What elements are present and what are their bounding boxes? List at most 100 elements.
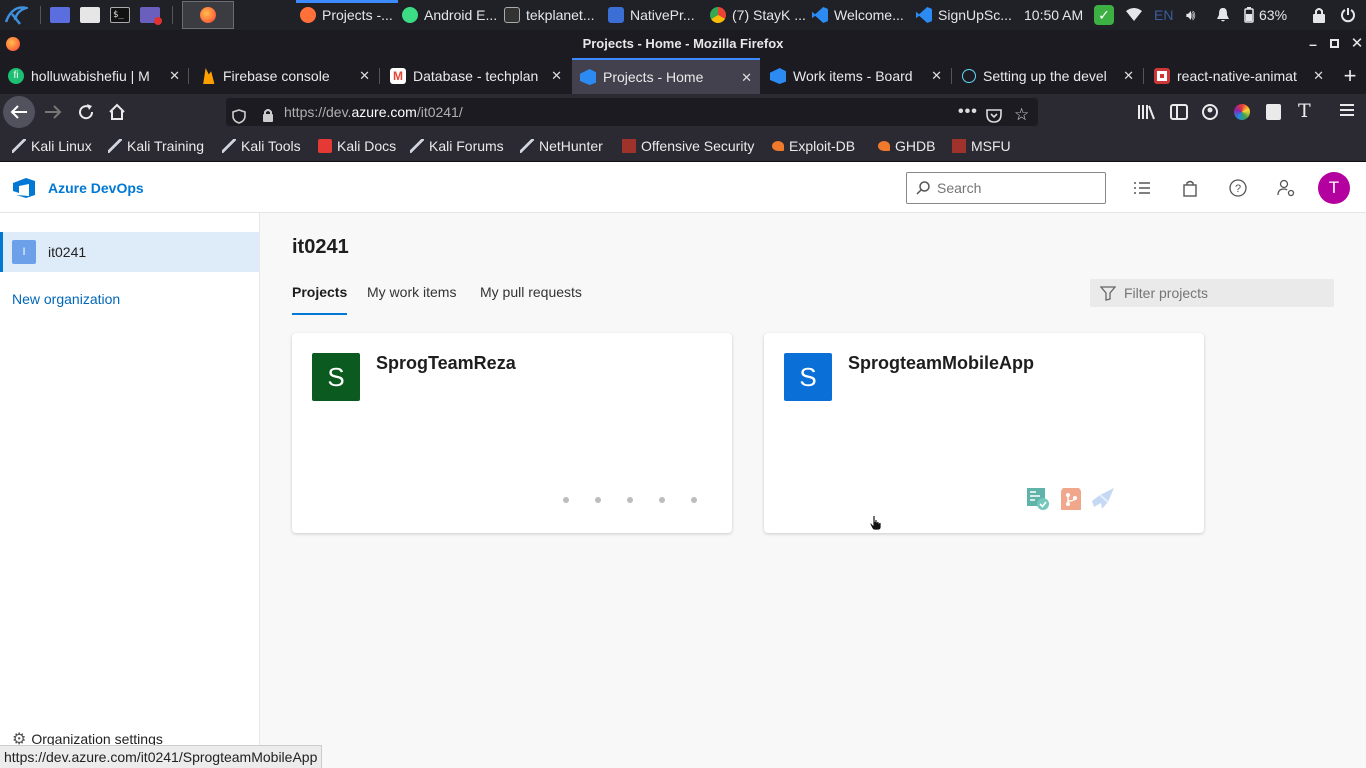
clock-text: 10:50 AM — [1024, 7, 1084, 23]
tab-npm[interactable]: react-native-animat ✕ — [1146, 58, 1332, 94]
home-icon[interactable] — [108, 103, 126, 124]
notes-extension-icon[interactable] — [1266, 104, 1281, 120]
minimize-icon[interactable]: – — [1306, 30, 1320, 58]
library-icon[interactable] — [1137, 104, 1155, 123]
kali-menu-icon[interactable] — [4, 2, 30, 28]
close-tab-icon[interactable]: ✕ — [741, 70, 752, 86]
project-name[interactable]: SprogteamMobileApp — [848, 353, 1034, 374]
help-icon[interactable]: ? — [1226, 176, 1250, 200]
tracking-protection-icon[interactable] — [232, 105, 246, 133]
task-item[interactable]: Welcome... — [812, 0, 916, 30]
marketplace-bag-icon[interactable] — [1178, 176, 1202, 200]
battery[interactable]: 63% — [1244, 0, 1287, 30]
page-actions-icon[interactable]: ••• — [958, 98, 978, 126]
tab-projects[interactable]: Projects — [292, 284, 347, 300]
screen-recorder-icon[interactable] — [140, 2, 162, 28]
close-tab-icon[interactable]: ✕ — [1123, 68, 1134, 84]
filter-projects-input[interactable] — [1124, 284, 1324, 302]
main-content: it0241 Projects My work items My pull re… — [260, 213, 1366, 768]
close-tab-icon[interactable]: ✕ — [359, 68, 370, 84]
sidebar-item-org[interactable]: I it0241 — [0, 232, 259, 272]
workspace-icon[interactable] — [50, 2, 72, 28]
bookmark-item[interactable]: Exploit-DB — [772, 130, 855, 162]
account-icon[interactable] — [1202, 104, 1218, 123]
clock[interactable]: 10:50 AM — [1024, 0, 1083, 30]
bookmark-item[interactable]: Kali Training — [108, 130, 204, 162]
reload-icon[interactable] — [77, 103, 95, 124]
filter-icon — [1100, 286, 1116, 301]
bookmark-item[interactable]: NetHunter — [520, 130, 603, 162]
back-icon[interactable] — [3, 96, 35, 128]
bookmark-star-icon[interactable]: ☆ — [1014, 101, 1029, 129]
close-window-icon[interactable]: ✕ — [1350, 30, 1364, 58]
tab-my-work-items[interactable]: My work items — [367, 284, 456, 300]
menu-icon[interactable] — [1339, 102, 1355, 121]
brand-link[interactable]: Azure DevOps — [12, 177, 144, 199]
task-item[interactable]: Android E... — [402, 0, 502, 30]
close-tab-icon[interactable]: ✕ — [551, 68, 562, 84]
search-input[interactable] — [937, 178, 1097, 198]
folder-icon — [608, 7, 624, 23]
bookmark-item[interactable]: Kali Tools — [222, 130, 301, 162]
close-tab-icon[interactable]: ✕ — [931, 68, 942, 84]
bookmark-item[interactable]: Kali Linux — [12, 130, 92, 162]
tab-fiverr[interactable]: fi holluwabishefiu | M ✕ — [0, 58, 188, 94]
text-extension-icon[interactable]: T — [1298, 100, 1311, 122]
tab-projects-home[interactable]: Projects - Home ✕ — [572, 58, 760, 94]
ghdb-icon — [878, 141, 890, 151]
task-item[interactable]: SignUpSc... — [916, 0, 1024, 30]
task-item[interactable]: NativePr... — [608, 0, 708, 30]
new-tab-icon[interactable]: + — [1340, 62, 1360, 90]
close-tab-icon[interactable]: ✕ — [1313, 68, 1324, 84]
url-bar[interactable]: https://dev.azure.com/it0241/ ••• ☆ — [226, 98, 1038, 126]
user-settings-icon[interactable] — [1274, 176, 1298, 200]
task-item[interactable]: (7) StayK ... — [710, 0, 810, 30]
bookmark-item[interactable]: MSFU — [952, 130, 1011, 162]
update-check-icon[interactable]: ✓ — [1094, 0, 1114, 30]
msfu-icon — [952, 139, 966, 153]
tab-firebase[interactable]: Firebase console ✕ — [192, 58, 378, 94]
sidebar-toggle-icon[interactable] — [1170, 104, 1188, 123]
user-avatar[interactable]: T — [1318, 172, 1350, 204]
work-items-list-icon[interactable] — [1130, 176, 1154, 200]
project-name[interactable]: SprogTeamReza — [376, 353, 516, 374]
link-status-url: https://dev.azure.com/it0241/SprogteamMo… — [0, 745, 323, 768]
fiverr-icon: fi — [8, 68, 24, 84]
color-picker-extension-icon[interactable] — [1234, 104, 1250, 120]
loading-dot — [659, 497, 665, 503]
file-manager-icon[interactable] — [80, 2, 102, 28]
url-path: /it0241/ — [416, 104, 463, 120]
repos-service-icon[interactable] — [1060, 487, 1082, 511]
pipelines-service-icon[interactable] — [1090, 487, 1116, 511]
bookmark-item[interactable]: Kali Docs — [318, 130, 396, 162]
tab-my-pull-requests[interactable]: My pull requests — [480, 284, 582, 300]
pocket-icon[interactable] — [986, 104, 1002, 132]
close-tab-icon[interactable]: ✕ — [169, 68, 180, 84]
lock-icon[interactable] — [262, 104, 274, 132]
notifications-icon[interactable] — [1216, 0, 1230, 30]
project-card[interactable]: S SprogTeamReza — [292, 333, 732, 533]
task-item[interactable]: tekplanet... — [504, 0, 604, 30]
bookmark-item[interactable]: Offensive Security — [622, 130, 754, 162]
maximize-icon[interactable] — [1330, 39, 1339, 48]
power-icon[interactable] — [1340, 0, 1356, 30]
task-item[interactable]: Projects -... — [300, 0, 400, 30]
filter-projects-box[interactable] — [1090, 279, 1334, 307]
boards-service-icon[interactable] — [1026, 487, 1050, 511]
bookmark-item[interactable]: GHDB — [878, 130, 935, 162]
bookmark-label: Exploit-DB — [789, 138, 856, 154]
keyboard-layout[interactable]: EN — [1154, 0, 1173, 30]
bookmark-item[interactable]: Kali Forums — [410, 130, 504, 162]
new-organization-link[interactable]: New organization — [12, 291, 120, 307]
wifi-icon[interactable] — [1126, 0, 1142, 30]
forward-icon[interactable] — [44, 104, 62, 123]
tab-gmail[interactable]: M Database - techplan ✕ — [382, 58, 570, 94]
tab-work-items[interactable]: Work items - Board ✕ — [762, 58, 950, 94]
tab-react-native-docs[interactable]: Setting up the devel ✕ — [954, 58, 1142, 94]
volume-icon[interactable]: 🔊︎ — [1186, 0, 1195, 30]
terminal-icon[interactable]: $_ — [110, 2, 132, 28]
lock-icon[interactable] — [1312, 0, 1326, 30]
search-box[interactable] — [906, 172, 1106, 204]
project-card[interactable]: S SprogteamMobileApp — [764, 333, 1204, 533]
firefox-taskbar-button[interactable] — [182, 1, 234, 29]
